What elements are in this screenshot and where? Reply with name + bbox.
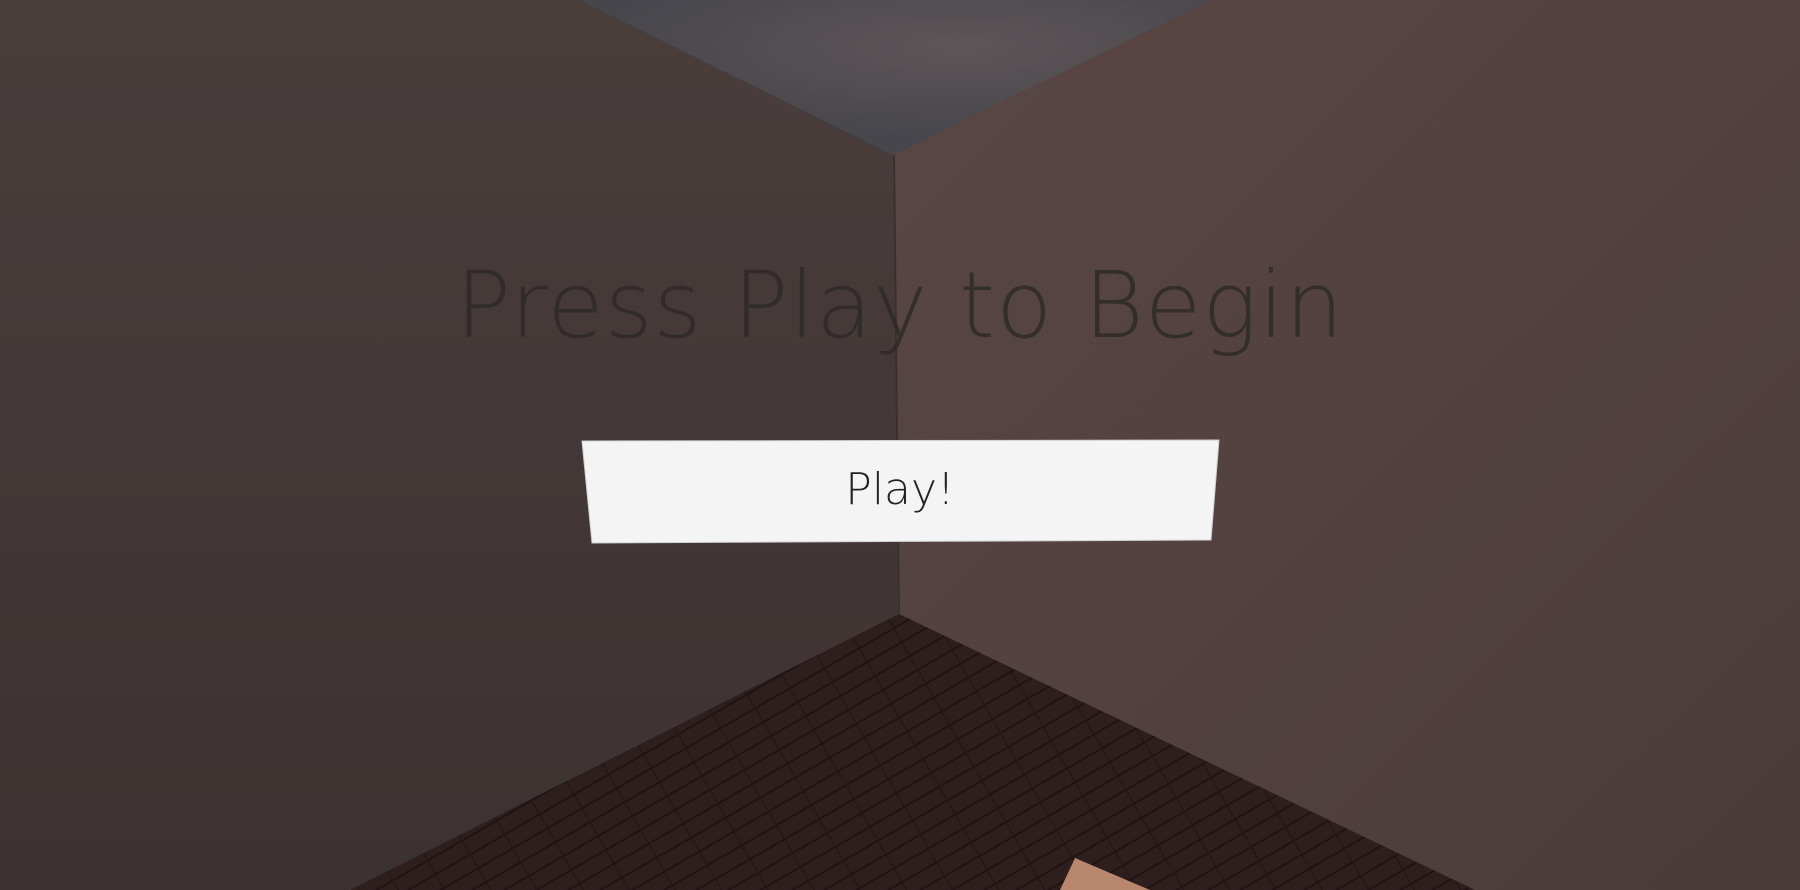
menu-title: Press Play to Begin [455, 252, 1345, 359]
play-button-label: Play! [845, 464, 955, 515]
play-button[interactable]: Play! [560, 438, 1240, 546]
